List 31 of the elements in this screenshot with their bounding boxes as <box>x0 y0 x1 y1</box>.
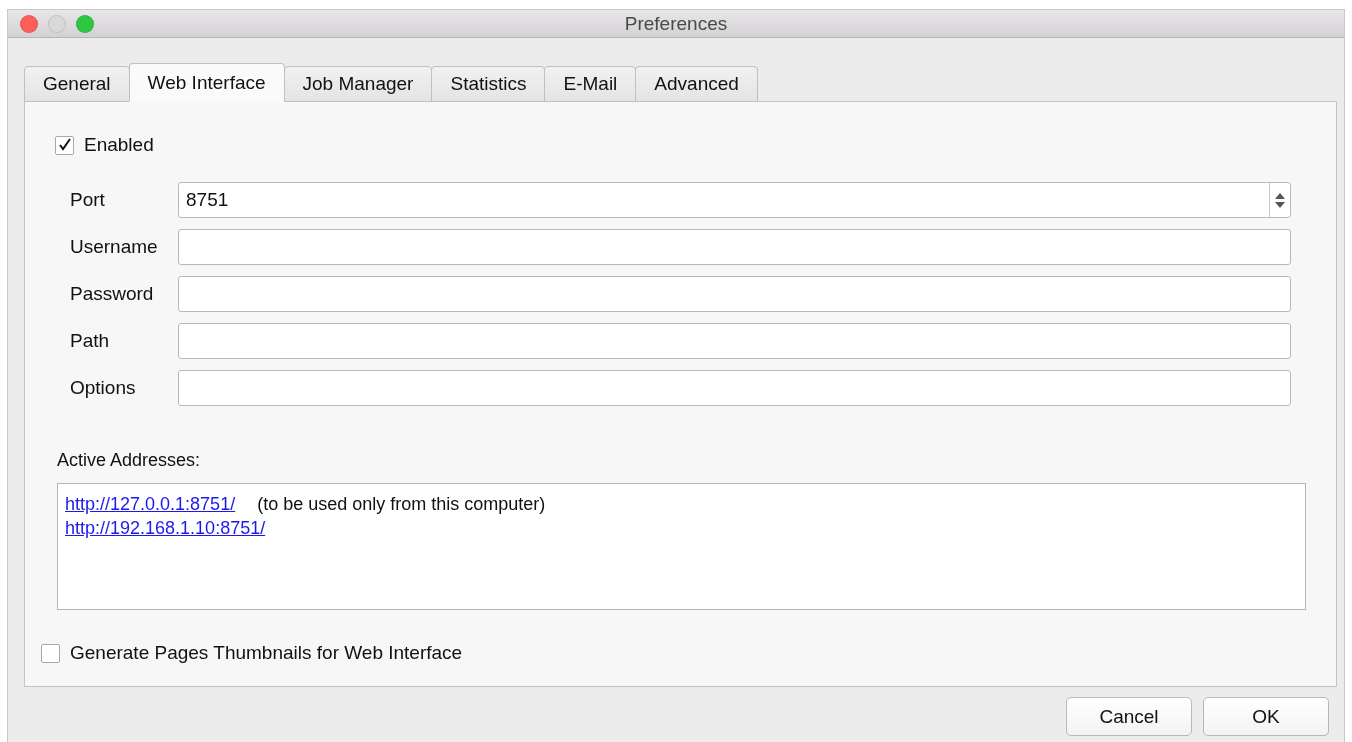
checkbox[interactable] <box>41 643 60 663</box>
zoom-button[interactable] <box>76 14 94 33</box>
window-title: Preferences <box>624 12 728 35</box>
tab[interactable]: Statistics <box>431 66 546 102</box>
input-field[interactable] <box>178 370 1291 406</box>
input-field[interactable] <box>178 276 1291 312</box>
checkbox-label: Generate Pages Thumbnails for Web Interface <box>70 642 463 664</box>
input-field[interactable] <box>178 323 1291 359</box>
field-label: Port <box>70 189 106 211</box>
dialog-button[interactable]: Cancel <box>1066 697 1192 736</box>
tab[interactable]: General <box>24 66 130 102</box>
tab[interactable]: Web Interface <box>128 63 285 102</box>
checkbox-label: Enabled <box>84 134 154 156</box>
address-link[interactable]: http://127.0.0.1:8751/ <box>65 492 236 516</box>
minimize-button[interactable] <box>48 14 66 33</box>
field-label: Path <box>70 330 111 352</box>
tab[interactable]: Advanced <box>635 66 758 102</box>
address-link[interactable]: http://192.168.1.10:8751/ <box>65 516 266 540</box>
tab[interactable]: E-Mail <box>544 66 637 102</box>
check-icon <box>57 138 72 152</box>
spinner-field[interactable]: 8751 <box>178 182 1291 218</box>
field-label: Password <box>70 283 155 305</box>
close-button[interactable] <box>20 14 38 33</box>
checkbox[interactable] <box>55 135 74 155</box>
address-note: (to be used only from this computer) <box>257 493 546 516</box>
section-label: Active Addresses: <box>57 450 202 471</box>
tab[interactable]: Job Manager <box>283 66 433 102</box>
dialog-button[interactable]: OK <box>1203 697 1329 736</box>
field-label: Username <box>70 236 159 258</box>
input-field[interactable] <box>178 229 1291 265</box>
field-label: Options <box>70 377 137 399</box>
